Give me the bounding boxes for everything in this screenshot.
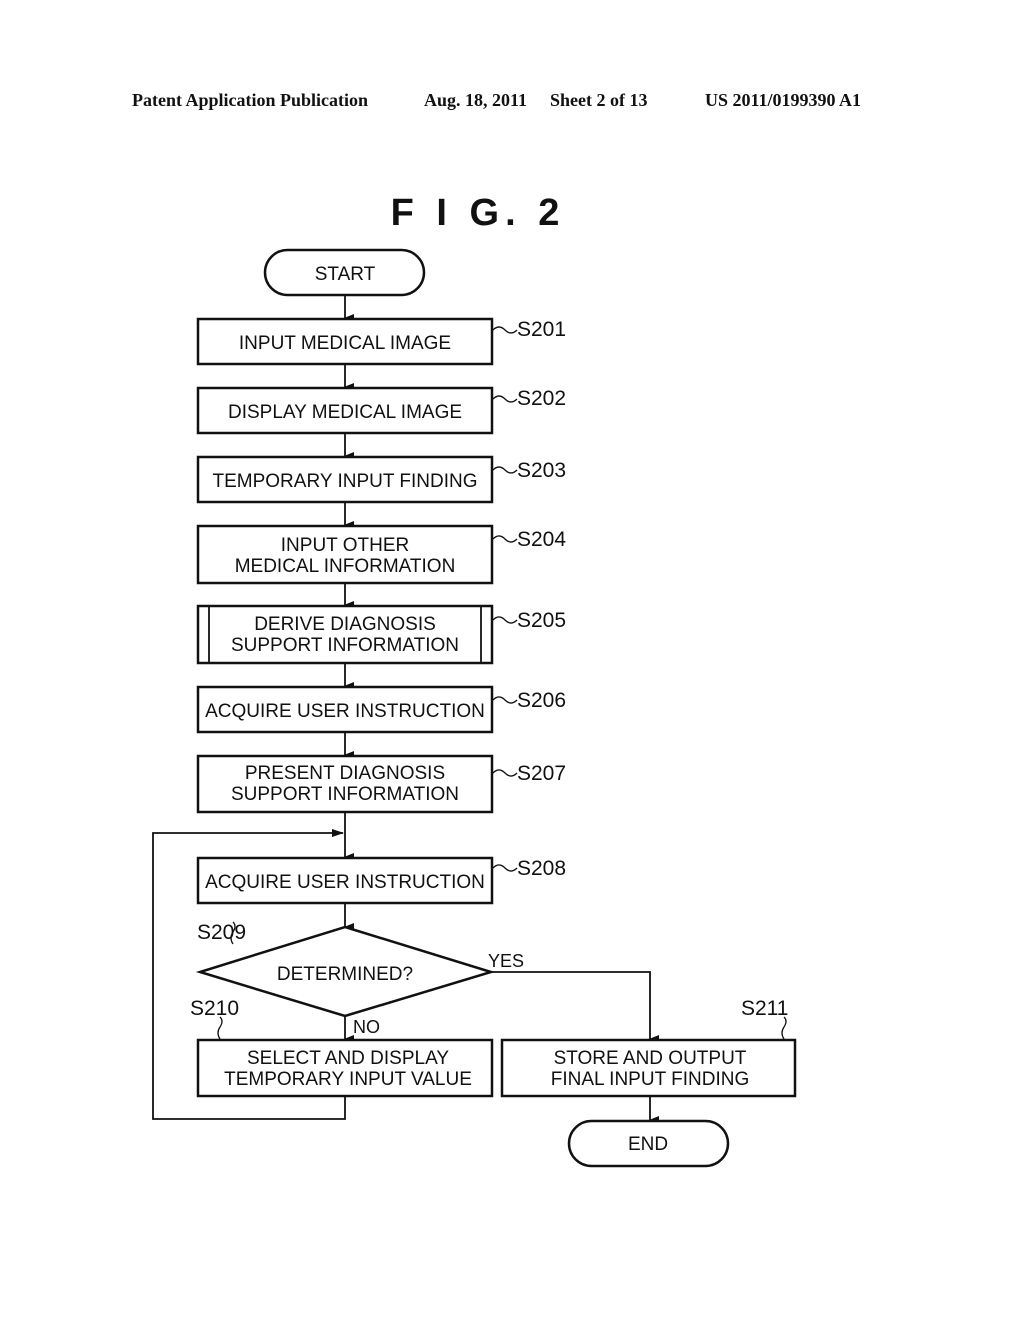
yes-connector [491,971,659,1043]
leader-squiggle [492,326,518,334]
leader-squiggle [492,395,518,403]
step-id: S206 [517,689,566,712]
leader-squiggle [492,616,518,624]
step-text: TEMPORARY INPUT FINDING [213,471,478,492]
yes-label: YES [488,951,524,971]
step-s207: PRESENT DIAGNOSIS SUPPORT INFORMATION S2… [196,754,566,814]
flowchart: F I G. 2 START INPUT MEDICAL IMAGE S201 … [152,192,797,1168]
step-s205: DERIVE DIAGNOSIS SUPPORT INFORMATION S20… [196,604,566,665]
step-text: SUPPORT INFORMATION [231,784,459,805]
end-terminator: END [567,1119,730,1168]
step-s209-decision: DETERMINED? S209 [195,921,496,1018]
step-s201: INPUT MEDICAL IMAGE S201 [196,317,566,366]
step-s208: ACQUIRE USER INSTRUCTION S208 [196,856,566,905]
step-text: DISPLAY MEDICAL IMAGE [228,402,462,423]
leader-squiggle [492,769,518,777]
step-text: FINAL INPUT FINDING [551,1069,749,1090]
step-text: STORE AND OUTPUT [554,1048,747,1069]
step-id: S210 [190,997,239,1020]
step-s206: ACQUIRE USER INSTRUCTION S206 [196,685,566,734]
leader-squiggle [492,535,518,543]
step-id: S203 [517,459,566,482]
step-s211: STORE AND OUTPUT FINAL INPUT FINDING S21… [500,997,797,1098]
step-text: SELECT AND DISPLAY [247,1048,449,1069]
step-text: INPUT MEDICAL IMAGE [239,333,451,354]
leader-squiggle [492,696,518,704]
step-id: S207 [517,762,566,785]
leader-squiggle [492,466,518,474]
step-text: MEDICAL INFORMATION [235,556,456,577]
step-id: S209 [197,921,246,944]
step-id: S208 [517,857,566,880]
step-text: ACQUIRE USER INSTRUCTION [205,701,485,722]
figure-title: F I G. 2 [391,192,566,234]
step-text: DERIVE DIAGNOSIS [254,614,436,635]
step-text: TEMPORARY INPUT VALUE [224,1069,472,1090]
step-text: SUPPORT INFORMATION [231,635,459,656]
no-label: NO [353,1017,380,1037]
step-text: INPUT OTHER [281,535,409,556]
step-id: S211 [741,997,789,1020]
start-terminator: START [263,248,426,297]
step-id: S205 [517,609,566,632]
step-text: PRESENT DIAGNOSIS [245,763,445,784]
leader-squiggle [781,1016,787,1040]
step-s203: TEMPORARY INPUT FINDING S203 [196,455,566,504]
step-id: S204 [517,528,566,551]
start-label: START [315,264,376,285]
step-id: S202 [517,387,566,410]
decision-text: DETERMINED? [277,964,413,985]
end-label: END [628,1134,668,1155]
step-text: ACQUIRE USER INSTRUCTION [205,872,485,893]
step-s204: INPUT OTHER MEDICAL INFORMATION S204 [196,524,566,585]
leader-squiggle [492,864,518,872]
step-s202: DISPLAY MEDICAL IMAGE S202 [196,386,566,435]
step-id: S201 [517,318,566,341]
leader-squiggle [217,1016,223,1040]
